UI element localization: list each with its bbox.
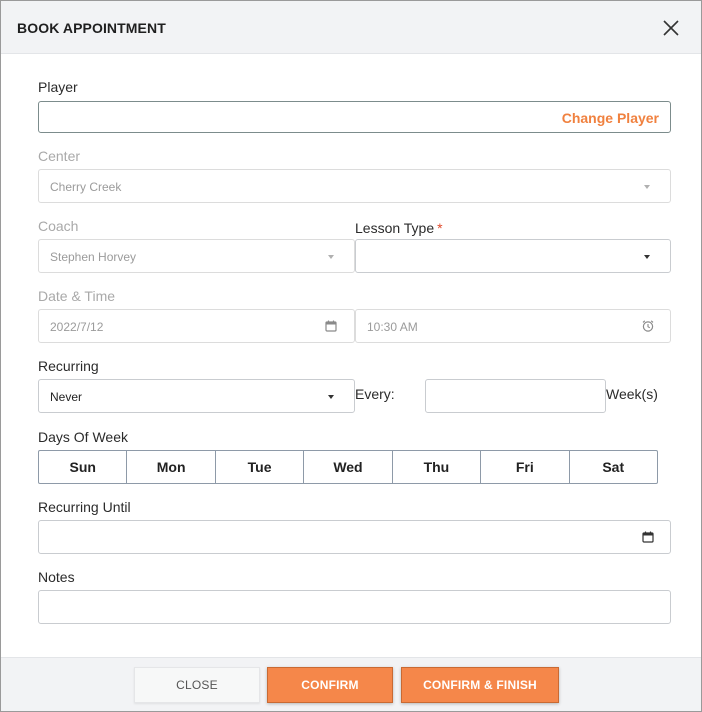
recurring-until-label: Recurring Until	[38, 499, 131, 515]
day-toggle-fri[interactable]: Fri	[481, 451, 570, 483]
lesson-type-select[interactable]	[355, 239, 671, 273]
confirm-button[interactable]: CONFIRM	[267, 667, 393, 703]
every-weeks-input[interactable]	[425, 379, 606, 413]
day-toggle-wed[interactable]: Wed	[304, 451, 393, 483]
weeks-label: Week(s)	[606, 386, 658, 402]
center-label: Center	[38, 148, 81, 164]
coach-label: Coach	[38, 218, 79, 234]
alarm-clock-icon	[641, 319, 655, 333]
day-toggle-mon[interactable]: Mon	[127, 451, 216, 483]
day-toggle-sat[interactable]: Sat	[570, 451, 657, 483]
notes-label: Notes	[38, 569, 75, 585]
day-toggle-thu[interactable]: Thu	[393, 451, 482, 483]
lesson-type-label-text: Lesson Type	[355, 220, 435, 236]
coach-select: Stephen Horvey	[38, 239, 355, 273]
date-time-label: Date & Time	[38, 288, 116, 304]
change-player-link[interactable]: Change Player	[562, 110, 659, 126]
chevron-down-icon	[644, 185, 650, 189]
date-input: 2022/7/12	[38, 309, 355, 343]
chevron-down-icon	[328, 255, 334, 259]
player-label: Player	[38, 79, 78, 95]
dialog-header: BOOK APPOINTMENT	[1, 1, 701, 54]
recurring-until-input[interactable]	[38, 520, 671, 554]
center-value: Cherry Creek	[50, 180, 122, 194]
calendar-icon	[324, 319, 338, 333]
dialog-title: BOOK APPOINTMENT	[17, 20, 166, 36]
lesson-type-label: Lesson Type *	[355, 220, 443, 236]
chevron-down-icon	[328, 395, 334, 399]
recurring-value: Never	[50, 390, 83, 404]
confirm-and-finish-button[interactable]: CONFIRM & FINISH	[401, 667, 559, 703]
date-value: 2022/7/12	[50, 320, 104, 334]
notes-input[interactable]	[38, 590, 671, 624]
chevron-down-icon	[644, 255, 650, 259]
every-label: Every:	[355, 386, 395, 402]
required-marker: *	[437, 220, 443, 236]
time-value: 10:30 AM	[367, 320, 418, 334]
calendar-icon[interactable]	[641, 530, 655, 544]
book-appointment-dialog: BOOK APPOINTMENT Player Change Player Ce…	[0, 0, 702, 712]
recurring-label: Recurring	[38, 358, 99, 374]
coach-value: Stephen Horvey	[50, 250, 137, 264]
time-input: 10:30 AM	[355, 309, 671, 343]
day-toggle-sun[interactable]: Sun	[39, 451, 128, 483]
player-field[interactable]: Change Player	[38, 101, 671, 133]
close-button[interactable]: CLOSE	[134, 667, 260, 703]
recurring-select[interactable]: Never	[38, 379, 355, 413]
close-icon[interactable]	[661, 18, 681, 38]
day-toggle-tue[interactable]: Tue	[216, 451, 305, 483]
days-of-week-group: Sun Mon Tue Wed Thu Fri Sat	[38, 450, 658, 484]
center-select: Cherry Creek	[38, 169, 671, 203]
days-of-week-label: Days Of Week	[38, 429, 128, 445]
